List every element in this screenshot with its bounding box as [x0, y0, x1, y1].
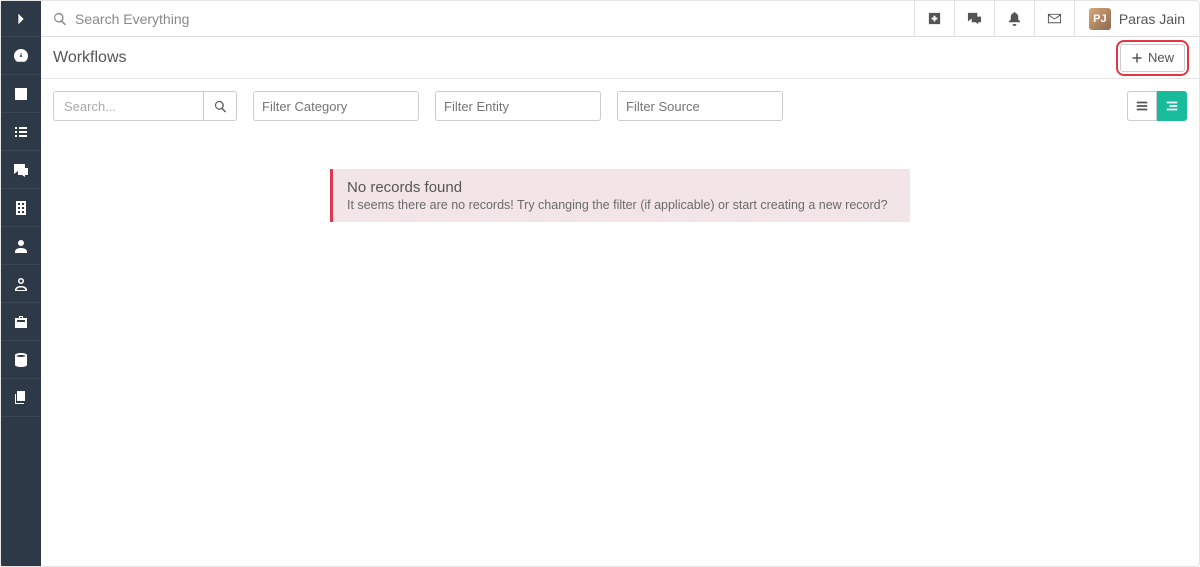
user-menu[interactable]: PJ Paras Jain — [1074, 1, 1199, 36]
content-area: No records found It seems there are no r… — [41, 133, 1199, 566]
user-name-label: Paras Jain — [1119, 11, 1185, 27]
alert-title: No records found — [347, 179, 896, 196]
user-icon — [13, 238, 29, 254]
avatar: PJ — [1089, 8, 1111, 30]
grid-view-button[interactable] — [1157, 91, 1187, 121]
alert-text: It seems there are no records! Try chang… — [347, 198, 896, 212]
notifications-button[interactable] — [994, 1, 1034, 36]
filter-row — [41, 79, 1199, 133]
sidebar — [1, 1, 41, 566]
new-button-label: New — [1148, 50, 1174, 65]
page-header: Workflows New — [41, 37, 1199, 79]
calendar-check-icon — [13, 86, 29, 102]
plus-square-icon — [927, 11, 942, 26]
chevron-right-icon — [14, 12, 28, 26]
sidebar-item-data[interactable] — [1, 341, 41, 379]
new-button[interactable]: New — [1120, 44, 1185, 72]
sidebar-item-finance[interactable] — [1, 303, 41, 341]
list-lines-icon — [1135, 99, 1149, 113]
bell-icon — [1007, 11, 1022, 26]
search-button[interactable] — [203, 91, 237, 121]
briefcase-icon — [13, 314, 29, 330]
global-search[interactable] — [41, 1, 914, 36]
topbar-actions: PJ Paras Jain — [914, 1, 1199, 36]
database-icon — [13, 352, 29, 368]
mail-button[interactable] — [1034, 1, 1074, 36]
search-icon — [214, 100, 227, 113]
indent-lines-icon — [1165, 99, 1179, 113]
main-area: PJ Paras Jain Workflows New — [41, 1, 1199, 566]
sidebar-item-list[interactable] — [1, 113, 41, 151]
sidebar-item-dashboard[interactable] — [1, 37, 41, 75]
filter-entity[interactable] — [435, 91, 601, 121]
view-toggle — [1127, 91, 1187, 121]
global-search-input[interactable] — [75, 11, 902, 27]
new-button-highlight: New — [1116, 40, 1189, 76]
search-input[interactable] — [53, 91, 203, 121]
copy-icon — [13, 390, 29, 406]
sidebar-item-companies[interactable] — [1, 189, 41, 227]
envelope-icon — [1047, 11, 1062, 26]
sidebar-item-messages[interactable] — [1, 151, 41, 189]
list-view-button[interactable] — [1127, 91, 1157, 121]
sidebar-item-files[interactable] — [1, 379, 41, 417]
list-icon — [13, 124, 29, 140]
sidebar-item-contacts[interactable] — [1, 227, 41, 265]
user-outline-icon — [13, 276, 29, 292]
messages-button[interactable] — [954, 1, 994, 36]
sidebar-expand-toggle[interactable] — [1, 1, 41, 37]
search-icon — [53, 12, 67, 26]
dashboard-icon — [13, 48, 29, 64]
comments-icon — [967, 11, 982, 26]
page-title: Workflows — [53, 49, 127, 67]
sidebar-item-people[interactable] — [1, 265, 41, 303]
chat-icon — [13, 162, 29, 178]
plus-icon — [1131, 52, 1143, 64]
empty-state-alert: No records found It seems there are no r… — [330, 169, 910, 222]
search-group — [53, 91, 237, 121]
sidebar-item-tasks[interactable] — [1, 75, 41, 113]
quick-add-button[interactable] — [914, 1, 954, 36]
building-icon — [13, 200, 29, 216]
filter-category[interactable] — [253, 91, 419, 121]
topbar: PJ Paras Jain — [41, 1, 1199, 37]
filter-source[interactable] — [617, 91, 783, 121]
